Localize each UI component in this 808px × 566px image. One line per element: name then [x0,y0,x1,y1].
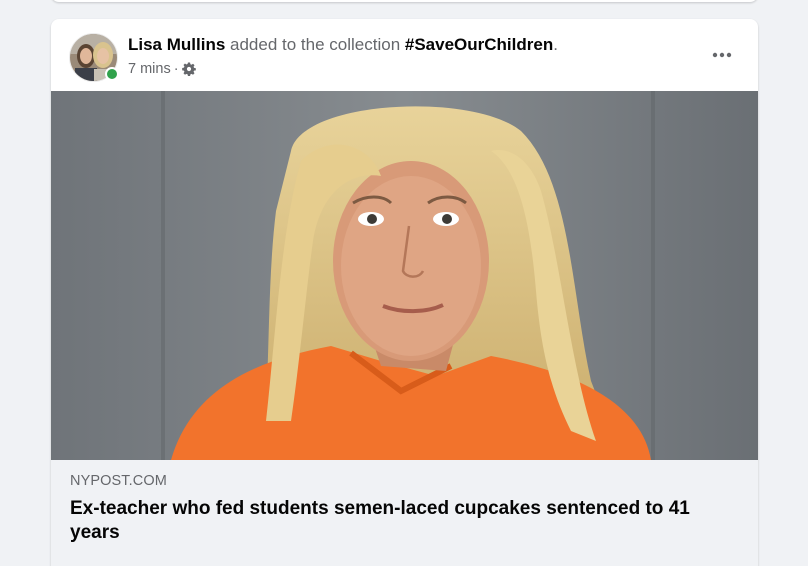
link-domain: NYPOST.COM [70,473,167,489]
post-card: Lisa Mullins added to the collection #Sa… [51,19,758,566]
gear-icon[interactable] [181,62,196,76]
previous-post-card [51,0,758,2]
post-header-text: Lisa Mullins added to the collection #Sa… [128,34,558,78]
post-options-button[interactable] [704,41,740,69]
post-header: Lisa Mullins added to the collection #Sa… [51,19,758,91]
collection-link[interactable]: #SaveOurChildren [405,35,553,54]
action-text: added to the collection [225,35,405,54]
online-status-indicator [105,67,119,81]
link-preview-image[interactable] [51,91,758,460]
timestamp[interactable]: 7 mins [128,60,171,78]
post-headline: Lisa Mullins added to the collection #Sa… [128,34,558,56]
author-name[interactable]: Lisa Mullins [128,35,225,54]
period: . [553,35,558,54]
link-preview[interactable]: NYPOST.COM Ex-teacher who fed students s… [51,460,758,566]
post-meta: 7 mins · [128,60,558,78]
avatar[interactable] [69,33,119,82]
meta-separator: · [173,61,179,77]
link-title[interactable]: Ex-teacher who fed students semen-laced … [70,497,730,545]
more-horizontal-icon [712,52,732,58]
